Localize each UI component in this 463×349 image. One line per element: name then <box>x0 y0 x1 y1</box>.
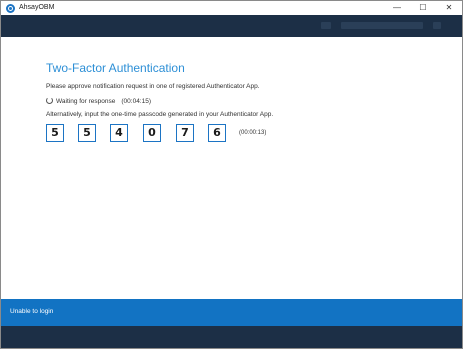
passcode-instruction: Alternatively, input the one-time passco… <box>46 111 274 118</box>
app-window: AhsayOBM — ☐ ✕ Two-Factor Authentication… <box>0 0 463 349</box>
close-button[interactable]: ✕ <box>436 1 462 15</box>
passcode-digit-4[interactable]: 0 <box>143 124 161 142</box>
minimize-button[interactable]: — <box>384 1 410 15</box>
passcode-digit-5[interactable]: 7 <box>176 124 194 142</box>
header-ghost-icon-2 <box>433 22 441 29</box>
window-title: AhsayOBM <box>19 4 55 11</box>
twofa-panel: Two-Factor Authentication Please approve… <box>1 37 462 299</box>
window-controls: — ☐ ✕ <box>384 1 462 15</box>
ahsay-logo-icon <box>6 3 15 13</box>
passcode-digit-6[interactable]: 6 <box>208 124 226 142</box>
unable-to-login-link[interactable]: Unable to login <box>10 308 53 315</box>
passcode-timer: (00:00:13) <box>239 130 267 136</box>
header-ghost-icon <box>321 22 331 29</box>
footer-bar: Unable to login <box>1 299 462 326</box>
waiting-status: Waiting for response (00:04:15) <box>46 97 151 105</box>
bottom-band <box>1 326 462 348</box>
header-ghost-field <box>341 22 423 29</box>
loading-spinner-icon <box>46 97 53 104</box>
notification-instruction: Please approve notification request in o… <box>46 83 260 90</box>
passcode-digit-3[interactable]: 4 <box>110 124 128 142</box>
waiting-timer: (00:04:15) <box>121 98 152 105</box>
title-bar: AhsayOBM — ☐ ✕ <box>1 1 462 15</box>
passcode-digit-2[interactable]: 5 <box>78 124 96 142</box>
maximize-button[interactable]: ☐ <box>410 1 436 15</box>
page-title: Two-Factor Authentication <box>46 61 185 75</box>
waiting-label: Waiting for response <box>56 98 116 105</box>
passcode-digit-1[interactable]: 5 <box>46 124 64 142</box>
header-band <box>1 15 462 37</box>
